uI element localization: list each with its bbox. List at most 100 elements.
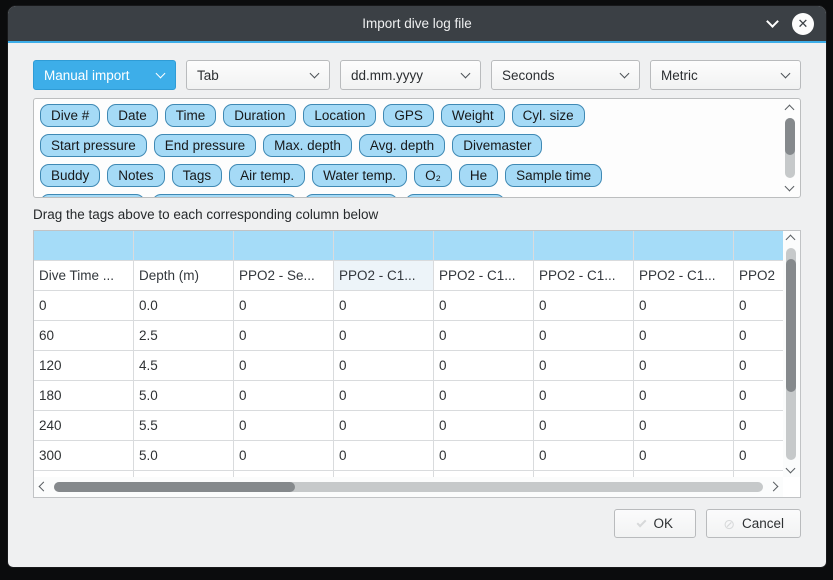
dialog-buttons: OK ⊘ Cancel [33, 509, 801, 538]
select-import-mode[interactable]: Manual import [33, 60, 176, 90]
cancel-icon: ⊘ [723, 517, 735, 531]
select-value: Metric [661, 68, 698, 83]
tag-sample-depth[interactable]: Sample depth [40, 194, 145, 198]
tag-sample-po[interactable]: Sample pO₂ [304, 194, 399, 198]
tag-time[interactable]: Time [165, 104, 217, 127]
column-header[interactable]: PPO2 - Se... [234, 261, 334, 291]
column-header[interactable]: PPO2 - C1... [334, 261, 434, 291]
drop-target-cell[interactable] [34, 231, 134, 261]
select-date-format[interactable]: dd.mm.yyyy [340, 60, 481, 90]
drop-target-cell[interactable] [134, 231, 234, 261]
select-field-separator[interactable]: Tab [186, 60, 330, 90]
table-cell: 120 [34, 351, 134, 381]
drop-target-row [34, 231, 783, 261]
table-cell: 0 [234, 351, 334, 381]
column-header[interactable]: PPO2 [734, 261, 783, 291]
scrollbar-thumb[interactable] [786, 259, 796, 393]
drop-target-cell[interactable] [234, 231, 334, 261]
tag-dive[interactable]: Dive # [40, 104, 100, 127]
tag-end-pressure[interactable]: End pressure [154, 134, 256, 157]
drop-target-cell[interactable] [734, 231, 783, 261]
column-header[interactable]: PPO2 - C1... [634, 261, 734, 291]
tag-row: Buddy Notes Tags Air temp. Water temp. O₂ He Sa… [40, 164, 794, 187]
tag-gps[interactable]: GPS [383, 104, 434, 127]
chevron-down-icon [310, 69, 320, 79]
table-cell: 0 [334, 321, 434, 351]
table-cell: 0 [534, 441, 634, 471]
table-cell: 0 [734, 321, 783, 351]
scrollbar-thumb[interactable] [54, 482, 295, 492]
table-cell: 0 [334, 351, 434, 381]
column-header[interactable]: PPO2 - C1... [434, 261, 534, 291]
table-cell: 0 [534, 351, 634, 381]
titlebar-chevron-down-icon[interactable] [766, 15, 779, 28]
table-cell: 0 [634, 411, 734, 441]
tag-he[interactable]: He [459, 164, 498, 187]
tag-weight[interactable]: Weight [441, 104, 505, 127]
tag-pool-vertical-scrollbar[interactable] [782, 101, 798, 195]
scroll-up-icon[interactable] [785, 105, 795, 115]
table-row: 1805.0000000 [34, 381, 783, 411]
tag-location[interactable]: Location [303, 104, 376, 127]
table-cell: 0 [634, 351, 734, 381]
scroll-right-icon[interactable] [769, 482, 779, 492]
scroll-down-icon[interactable] [785, 182, 795, 192]
tag-o[interactable]: O₂ [414, 164, 452, 187]
table-cell: 4.5 [134, 351, 234, 381]
column-header[interactable]: Depth (m) [134, 261, 234, 291]
table-row: 602.5000000 [34, 321, 783, 351]
select-duration-format[interactable]: Seconds [491, 60, 640, 90]
table-cell: 5.0 [134, 381, 234, 411]
tag-row: Sample depth Sample temperature Sample pO₂… [40, 194, 794, 198]
tag-max-depth[interactable]: Max. depth [263, 134, 352, 157]
table-row: 1204.5000000 [34, 351, 783, 381]
tag-pool: Dive # Date Time Duration Location GPS Weight C… [33, 98, 801, 198]
tag-tags[interactable]: Tags [172, 164, 223, 187]
scrollbar-track[interactable] [785, 118, 795, 178]
scroll-down-icon[interactable] [786, 464, 796, 474]
close-button[interactable]: ✕ [792, 13, 814, 35]
table-cell: 0 [234, 291, 334, 321]
tag-date[interactable]: Date [107, 104, 158, 127]
tag-start-pressure[interactable]: Start pressure [40, 134, 147, 157]
column-header[interactable]: PPO2 - C1... [534, 261, 634, 291]
tag-sample-time[interactable]: Sample time [505, 164, 602, 187]
tag-sample-temperature[interactable]: Sample temperature [152, 194, 296, 198]
table-cell: 0 [434, 411, 534, 441]
table-cell: 0 [734, 411, 783, 441]
select-value: Tab [197, 68, 219, 83]
tag-avg-depth[interactable]: Avg. depth [359, 134, 445, 157]
scrollbar-thumb[interactable] [785, 118, 795, 155]
tag-rows: Dive # Date Time Duration Location GPS Weight C… [34, 99, 800, 198]
drop-target-cell[interactable] [334, 231, 434, 261]
column-header[interactable]: Dive Time ... [34, 261, 134, 291]
table-horizontal-scrollbar[interactable] [34, 477, 783, 497]
scroll-left-icon[interactable] [39, 482, 49, 492]
drop-target-cell[interactable] [534, 231, 634, 261]
select-units[interactable]: Metric [650, 60, 801, 90]
tag-sample-cns[interactable]: Sample CNS [405, 194, 505, 198]
scrollbar-track[interactable] [786, 248, 796, 460]
table-body: 00.0000000602.50000001204.50000001805.00… [34, 291, 783, 477]
titlebar[interactable]: Import dive log file ✕ [8, 6, 826, 41]
tag-duration[interactable]: Duration [223, 104, 296, 127]
ok-button-label: OK [653, 516, 673, 531]
table-cell: 240 [34, 411, 134, 441]
tag-notes[interactable]: Notes [107, 164, 164, 187]
tag-buddy[interactable]: Buddy [40, 164, 100, 187]
drop-target-cell[interactable] [434, 231, 534, 261]
tag-water-temp[interactable]: Water temp. [312, 164, 407, 187]
scrollbar-track[interactable] [54, 482, 763, 492]
import-dive-log-dialog: Import dive log file ✕ Manual import Tab d… [8, 6, 826, 567]
tag-cyl-size[interactable]: Cyl. size [512, 104, 585, 127]
scroll-up-icon[interactable] [786, 235, 796, 245]
table-vertical-scrollbar[interactable] [783, 231, 800, 477]
drop-target-cell[interactable] [634, 231, 734, 261]
ok-button[interactable]: OK [614, 509, 696, 538]
cancel-button[interactable]: ⊘ Cancel [706, 509, 801, 538]
tag-divemaster[interactable]: Divemaster [452, 134, 542, 157]
table-cell: 0 [534, 291, 634, 321]
tag-air-temp[interactable]: Air temp. [229, 164, 305, 187]
chevron-down-icon [781, 69, 791, 79]
table-row: 3005.0000000 [34, 441, 783, 471]
